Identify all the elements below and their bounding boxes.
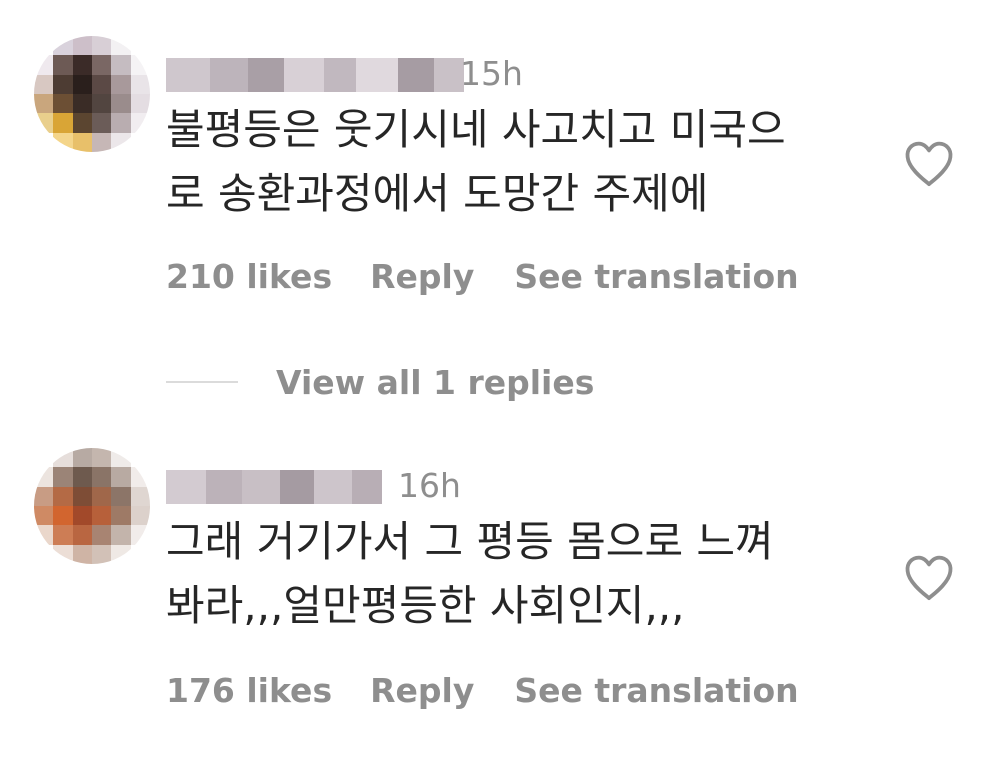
comment-timestamp: 16h (398, 466, 461, 505)
heart-outline-icon[interactable] (902, 552, 956, 606)
replies-divider-line (166, 381, 238, 383)
avatar[interactable] (34, 36, 150, 152)
comment-timestamp: 15h (460, 54, 523, 93)
reply-button[interactable]: Reply (370, 671, 474, 710)
comment-text-line: 불평등은 웃기시네 사고치고 미국으 (166, 105, 786, 154)
reply-button[interactable]: Reply (370, 257, 474, 296)
comment-text-line: 로 송환과정에서 도망간 주제에 (166, 169, 709, 218)
username-blurred[interactable] (166, 470, 382, 504)
avatar[interactable] (34, 448, 150, 564)
view-replies-button[interactable]: View all 1 replies (166, 358, 594, 406)
comment-meta: 176 likes Reply See translation (166, 668, 799, 712)
view-replies-label: View all 1 replies (276, 362, 595, 402)
see-translation-button[interactable]: See translation (514, 257, 798, 296)
comment-text-line: 봐라,,,얼만평등한 사회인지,,, (166, 581, 685, 630)
username-blurred[interactable] (166, 58, 464, 92)
comment-meta: 210 likes Reply See translation (166, 254, 799, 298)
like-count[interactable]: 210 likes (166, 257, 332, 296)
comment-text-line: 그래 거기가서 그 평등 몸으로 느껴 (166, 517, 774, 566)
comment-text: 그래 거기가서 그 평등 몸으로 느껴 봐라,,,얼만평등한 사회인지,,, (166, 510, 886, 638)
comment-text: 불평등은 웃기시네 사고치고 미국으 로 송환과정에서 도망간 주제에 (166, 98, 886, 226)
like-count[interactable]: 176 likes (166, 671, 332, 710)
heart-outline-icon[interactable] (902, 138, 956, 192)
see-translation-button[interactable]: See translation (514, 671, 798, 710)
